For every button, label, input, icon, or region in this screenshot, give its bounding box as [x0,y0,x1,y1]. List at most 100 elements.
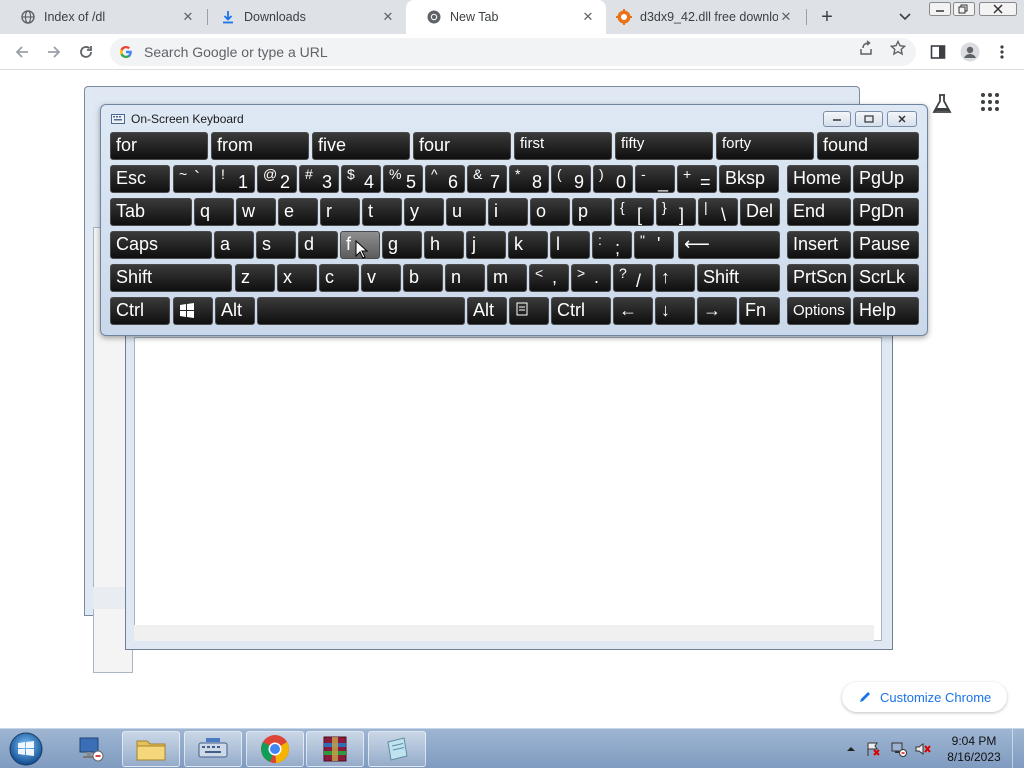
key-v[interactable]: v [361,264,401,292]
key-arrow-up[interactable]: ↑ [655,264,695,292]
close-icon[interactable]: ✕ [180,9,196,25]
key-1[interactable]: ! 1 [215,165,255,193]
key-shift-left[interactable]: Shift [110,264,232,292]
key-2[interactable]: @2 [257,165,297,193]
close-icon[interactable]: ✕ [380,9,396,25]
key-3[interactable]: #3 [299,165,339,193]
key-close-bracket[interactable]: }] [656,198,696,226]
more-menu-icon[interactable] [990,40,1014,64]
key-g[interactable]: g [382,231,422,259]
osk-minimize-icon[interactable] [823,111,851,127]
document-area[interactable] [134,337,882,641]
osk-close-icon[interactable] [887,111,917,127]
key-caps[interactable]: Caps [110,231,212,259]
key-space[interactable] [257,297,465,325]
key-b[interactable]: b [403,264,443,292]
key-5[interactable]: % 5 [383,165,423,193]
key-scrlk[interactable]: ScrLk [853,264,919,292]
window-close-icon[interactable] [978,0,1018,18]
prediction-key[interactable]: from [211,132,309,160]
horizontal-scrollbar[interactable] [134,625,874,641]
back-arrow-icon[interactable] [10,40,34,64]
key-help[interactable]: Help [853,297,919,325]
key-shift-right[interactable]: Shift [697,264,780,292]
key-arrow-right[interactable]: → [697,297,737,325]
share-icon[interactable] [856,38,876,58]
action-center-icon[interactable] [862,737,884,761]
key-insert[interactable]: Insert [787,231,851,259]
google-apps-icon[interactable] [980,92,1002,114]
key-pause[interactable]: Pause [853,231,919,259]
key-quote[interactable]: " ' [634,231,674,259]
key-a[interactable]: a [214,231,254,259]
key-6[interactable]: ^ 6 [425,165,465,193]
key-del[interactable]: Del [740,198,780,226]
on-screen-keyboard-window[interactable]: On-Screen Keyboard for from five four fi… [100,104,928,336]
prediction-key[interactable]: first [514,132,612,160]
key-h[interactable]: h [424,231,464,259]
restore-icon[interactable] [952,0,976,18]
key-q[interactable]: q [194,198,234,226]
key-e[interactable]: e [278,198,318,226]
key-w[interactable]: w [236,198,276,226]
key-fn[interactable]: Fn [739,297,780,325]
chevron-down-icon[interactable] [896,8,914,26]
key-pgdn[interactable]: PgDn [853,198,919,226]
key-backslash[interactable]: | \ [698,198,738,226]
key-backspace[interactable]: Bksp [719,165,779,193]
key-n[interactable]: n [445,264,485,292]
key-o[interactable]: o [530,198,570,226]
key-x[interactable]: x [277,264,317,292]
start-button[interactable] [8,731,44,767]
side-panel-icon[interactable] [926,40,950,64]
key-backtick[interactable]: ~ ` [173,165,213,193]
key-arrow-down[interactable]: ↓ [655,297,695,325]
key-alt-left[interactable]: Alt [215,297,255,325]
key-pgup[interactable]: PgUp [853,165,919,193]
key-windows[interactable] [173,297,213,325]
key-ctrl-right[interactable]: Ctrl [551,297,611,325]
prediction-key[interactable]: fifty [615,132,713,160]
key-ctrl-left[interactable]: Ctrl [110,297,170,325]
key-period[interactable]: >. [571,264,611,292]
key-arrow-left[interactable]: ← [613,297,653,325]
prediction-key[interactable]: for [110,132,208,160]
key-end[interactable]: End [787,198,851,226]
key-9[interactable]: (9 [551,165,591,193]
tab-index-of-dl[interactable]: Index of /dl ✕ [0,0,206,34]
taskbar-explorer-app[interactable] [122,731,180,767]
show-hidden-icons-button[interactable] [844,737,858,761]
system-clock[interactable]: 9:04 PM 8/16/2023 [940,733,1008,765]
key-home[interactable]: Home [787,165,851,193]
key-7[interactable]: & 7 [467,165,507,193]
close-icon[interactable]: ✕ [778,9,794,25]
prediction-key[interactable]: four [413,132,511,160]
taskbar-notepad-app[interactable] [368,731,426,767]
customize-chrome-button[interactable]: Customize Chrome [842,682,1007,712]
profile-avatar-icon[interactable] [958,40,982,64]
key-k[interactable]: k [508,231,548,259]
key-open-bracket[interactable]: {[ [614,198,654,226]
labs-flask-icon[interactable] [930,92,954,116]
prediction-key[interactable]: forty [716,132,814,160]
network-status-icon[interactable] [888,737,910,761]
key-prtscn[interactable]: PrtScn [787,264,851,292]
search-input[interactable] [142,43,842,61]
key-u[interactable]: u [446,198,486,226]
key-p[interactable]: p [572,198,612,226]
key-4[interactable]: $4 [341,165,381,193]
tab-d3dx9-dll[interactable]: d3dx9_42.dll free downlo ✕ [596,0,804,34]
key-slash[interactable]: ? / [613,264,653,292]
key-s[interactable]: s [256,231,296,259]
close-icon[interactable]: ✕ [580,9,596,25]
taskbar-network-app[interactable] [62,731,120,767]
volume-muted-icon[interactable] [912,737,934,761]
new-tab-button[interactable]: + [816,6,838,28]
key-r[interactable]: r [320,198,360,226]
key-esc[interactable]: Esc [110,165,170,193]
key-j[interactable]: j [466,231,506,259]
key-options[interactable]: Options [787,297,851,325]
key-0[interactable]: ) 0 [593,165,633,193]
key-y[interactable]: y [404,198,444,226]
tab-new-tab[interactable]: New Tab ✕ [406,0,606,34]
